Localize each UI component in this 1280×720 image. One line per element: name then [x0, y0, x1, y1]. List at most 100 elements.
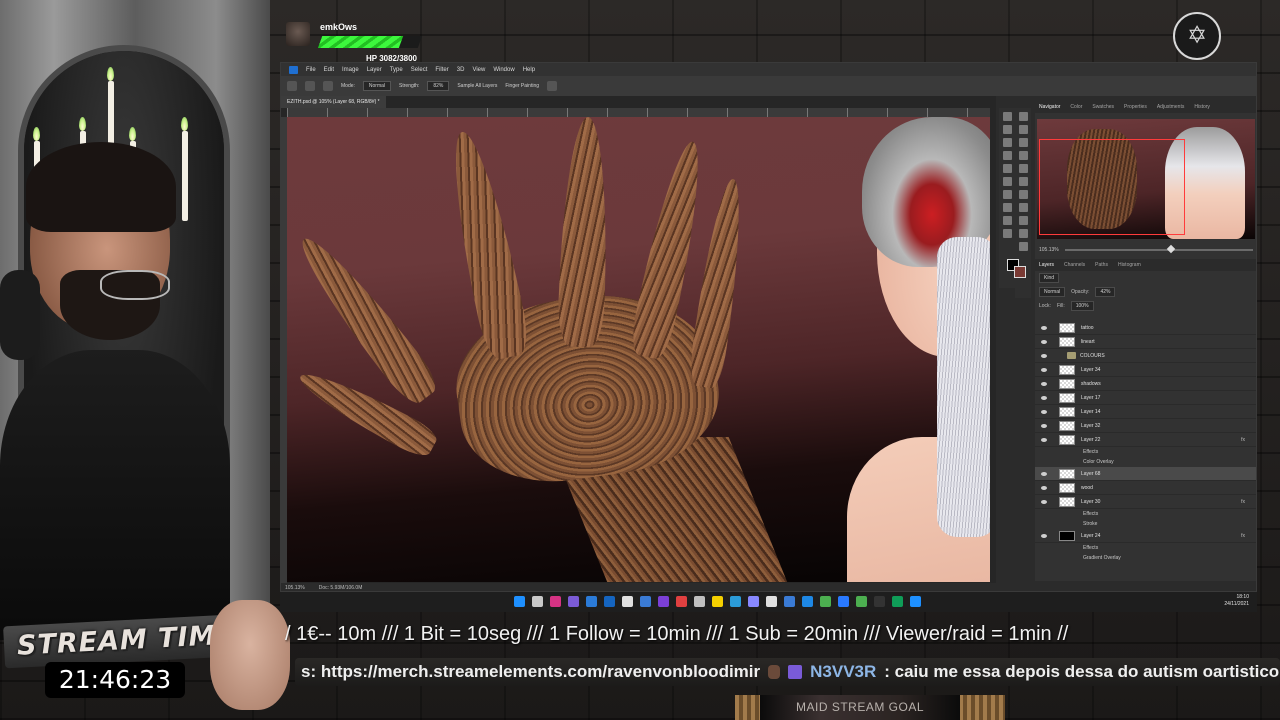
taskbar-app-icon[interactable]: [550, 596, 561, 607]
visibility-eye-icon[interactable]: [1041, 533, 1047, 538]
taskbar-app-icon[interactable]: [532, 596, 543, 607]
taskbar-app-icon[interactable]: [658, 596, 669, 607]
layer-row[interactable]: Layer 17: [1035, 391, 1256, 405]
type-tool-icon[interactable]: [1018, 216, 1028, 225]
tab-layers[interactable]: Layers: [1039, 262, 1054, 268]
visibility-eye-icon[interactable]: [1041, 471, 1047, 476]
path-select-tool-icon[interactable]: [1002, 216, 1012, 225]
artwork-canvas[interactable]: [287, 117, 990, 582]
layer-effect-row[interactable]: Effects: [1035, 509, 1256, 519]
menu-help[interactable]: Help: [523, 67, 535, 73]
layer-fx-icon[interactable]: fx: [1241, 437, 1245, 443]
menu-file[interactable]: File: [306, 67, 316, 73]
taskbar-app-icon[interactable]: [730, 596, 741, 607]
finger-painting-checkbox[interactable]: Finger Painting: [505, 83, 539, 89]
mode-select[interactable]: Normal: [362, 81, 392, 91]
menu-edit[interactable]: Edit: [324, 67, 334, 73]
slice-tool-icon[interactable]: [1018, 138, 1028, 147]
tab-channels[interactable]: Channels: [1064, 262, 1085, 268]
visibility-eye-icon[interactable]: [1041, 409, 1047, 414]
shape-tool-icon[interactable]: [1018, 229, 1028, 238]
document-tab[interactable]: EZITH.psd @ 105% (Layer 68, RGB/8#) *: [281, 96, 386, 108]
taskbar-app-icon[interactable]: [712, 596, 723, 607]
layer-group-row[interactable]: COLOURS: [1035, 349, 1256, 363]
visibility-eye-icon[interactable]: [1041, 339, 1047, 344]
menu-3d[interactable]: 3D: [457, 67, 465, 73]
menu-filter[interactable]: Filter: [435, 67, 448, 73]
taskbar-app-icon[interactable]: [784, 596, 795, 607]
gradient-tool-icon[interactable]: [1002, 190, 1012, 199]
tab-swatches[interactable]: Swatches: [1092, 104, 1114, 110]
layer-effect-row[interactable]: Effects: [1035, 543, 1256, 553]
taskbar-app-icon[interactable]: [748, 596, 759, 607]
taskbar-app-icon[interactable]: [676, 596, 687, 607]
tab-navigator[interactable]: Navigator: [1039, 104, 1060, 110]
visibility-eye-icon[interactable]: [1041, 325, 1047, 330]
menu-view[interactable]: View: [472, 67, 485, 73]
navigator-preview[interactable]: [1037, 119, 1255, 239]
tab-color[interactable]: Color: [1070, 104, 1082, 110]
visibility-eye-icon[interactable]: [1041, 353, 1047, 358]
layer-effect-row[interactable]: Color Overlay: [1035, 457, 1256, 467]
visibility-eye-icon[interactable]: [1041, 499, 1047, 504]
navigator-view-rect[interactable]: [1039, 139, 1185, 235]
layer-row[interactable]: Layer 68: [1035, 467, 1256, 481]
magic-wand-tool-icon[interactable]: [1018, 125, 1028, 134]
marquee-tool-icon[interactable]: [1018, 112, 1028, 121]
visibility-eye-icon[interactable]: [1041, 395, 1047, 400]
menu-image[interactable]: Image: [342, 67, 359, 73]
tab-properties[interactable]: Properties: [1124, 104, 1147, 110]
menu-type[interactable]: Type: [390, 67, 403, 73]
tab-adjustments[interactable]: Adjustments: [1157, 104, 1185, 110]
layer-row[interactable]: Layer 24 fx: [1035, 529, 1256, 543]
taskbar-app-icon[interactable]: [820, 596, 831, 607]
taskbar-app-icon[interactable]: [640, 596, 651, 607]
layer-row[interactable]: Layer 22 fx: [1035, 433, 1256, 447]
taskbar-app-icon[interactable]: [622, 596, 633, 607]
taskbar-app-icon[interactable]: [838, 596, 849, 607]
sample-all-layers-checkbox[interactable]: Sample All Layers: [457, 83, 497, 89]
pressure-icon[interactable]: [547, 81, 558, 91]
taskbar-app-icon[interactable]: [892, 596, 903, 607]
layer-filter-select[interactable]: Kind: [1039, 273, 1060, 283]
menu-layer[interactable]: Layer: [367, 67, 382, 73]
layer-fx-icon[interactable]: fx: [1241, 499, 1245, 505]
opacity-input[interactable]: 42%: [1095, 287, 1116, 297]
smudge-tool-icon[interactable]: [305, 81, 315, 91]
eraser-tool-icon[interactable]: [1018, 177, 1028, 186]
layer-row[interactable]: Layer 30 fx: [1035, 495, 1256, 509]
taskbar-app-icon[interactable]: [586, 596, 597, 607]
background-color-swatch[interactable]: [1014, 266, 1026, 278]
tab-histogram[interactable]: Histogram: [1118, 262, 1141, 268]
layer-row[interactable]: tattoo: [1035, 321, 1256, 335]
taskbar-app-icon[interactable]: [604, 596, 615, 607]
navigator-zoom-value[interactable]: 105.13%: [1039, 247, 1059, 253]
taskbar-app-icon[interactable]: [766, 596, 777, 607]
history-brush-tool-icon[interactable]: [1002, 177, 1012, 186]
fill-input[interactable]: 100%: [1070, 301, 1094, 311]
zoom-slider-knob[interactable]: [1167, 244, 1176, 254]
layer-row[interactable]: lineart: [1035, 335, 1256, 349]
zoom-tool-icon[interactable]: [1018, 242, 1028, 251]
move-tool-icon[interactable]: [1002, 112, 1012, 121]
crop-tool-icon[interactable]: [1002, 138, 1012, 147]
strength-input[interactable]: 82%: [427, 81, 450, 91]
hand-tool-icon[interactable]: [1002, 229, 1012, 238]
tab-paths[interactable]: Paths: [1095, 262, 1108, 268]
navigator-zoom-slider[interactable]: [1064, 244, 1253, 254]
taskbar-app-icon[interactable]: [910, 596, 921, 607]
lasso-tool-icon[interactable]: [1002, 125, 1012, 134]
home-icon[interactable]: [287, 81, 297, 91]
visibility-eye-icon[interactable]: [1041, 423, 1047, 428]
smudge-tool-icon[interactable]: [1018, 190, 1028, 199]
taskbar-app-icon[interactable]: [856, 596, 867, 607]
taskbar-clock[interactable]: 18:10 24/11/2021: [1224, 594, 1249, 608]
brush-preset-icon[interactable]: [323, 81, 333, 91]
layer-effect-row[interactable]: Gradient Overlay: [1035, 553, 1256, 563]
layer-row[interactable]: Layer 34: [1035, 363, 1256, 377]
taskbar-app-icon[interactable]: [568, 596, 579, 607]
brush-tool-icon[interactable]: [1002, 164, 1012, 173]
layer-row[interactable]: Layer 14: [1035, 405, 1256, 419]
dodge-tool-icon[interactable]: [1018, 203, 1028, 212]
layer-row[interactable]: Layer 32: [1035, 419, 1256, 433]
